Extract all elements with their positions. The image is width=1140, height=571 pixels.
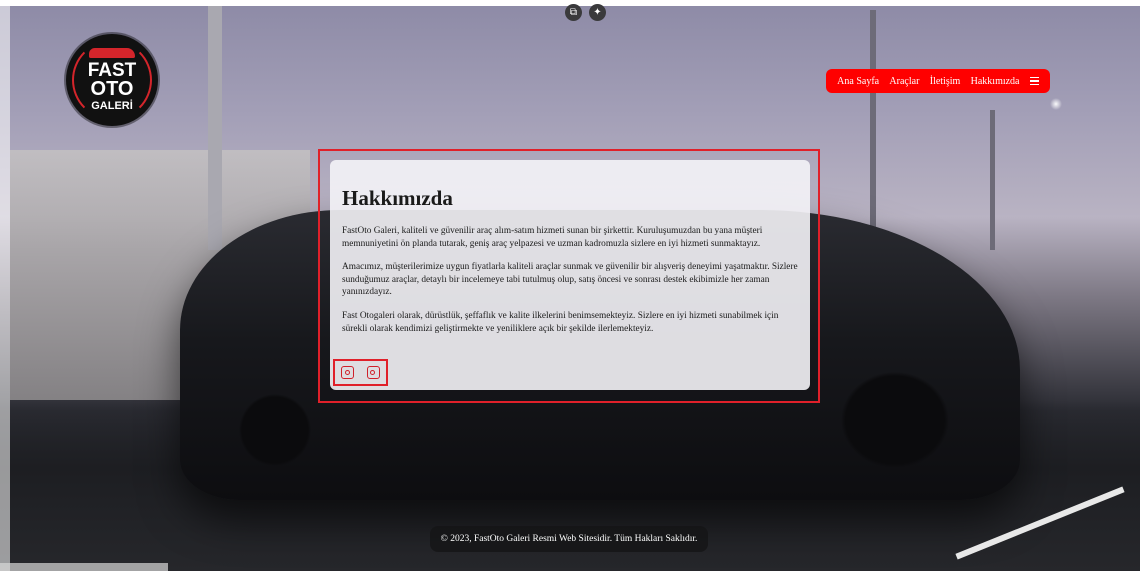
footer-copyright: © 2023, FastOto Galeri Resmi Web Sitesid… (430, 526, 708, 552)
logo-ring (72, 40, 152, 120)
instagram-icon[interactable] (366, 366, 380, 379)
background-lamp-pole (870, 10, 876, 240)
about-paragraph: FastOto Galeri, kaliteli ve güvenilir ar… (342, 226, 763, 249)
site-logo[interactable]: FAST OTO GALERİ (66, 34, 158, 126)
about-title: Hakkımızda (342, 186, 453, 210)
hamburger-icon[interactable] (1029, 76, 1039, 86)
social-links (333, 359, 388, 386)
copy-icon[interactable]: ⧉ (565, 4, 582, 21)
background-pole (208, 0, 222, 250)
nav-item-contact[interactable]: İletişim (930, 76, 961, 87)
about-paragraph: Fast Otogaleri olarak, dürüstlük, şeffaf… (342, 310, 779, 334)
nav-item-home[interactable]: Ana Sayfa (837, 76, 879, 87)
sparkle-icon[interactable]: ✦ (589, 4, 606, 21)
status-strip (0, 563, 168, 571)
nav-item-cars[interactable]: Araçlar (889, 76, 919, 87)
about-card: Hakkımızda FastOto Galeri, kaliteli ve g… (330, 160, 810, 390)
about-paragraph: Amacımız, müşterilerimize uygun fiyatlar… (342, 262, 798, 298)
main-nav: Ana Sayfa Araçlar İletişim Hakkımızda (826, 69, 1050, 93)
background-lamp-pole (990, 110, 995, 250)
nav-item-about[interactable]: Hakkımızda (971, 76, 1020, 87)
instagram-icon[interactable] (341, 366, 355, 379)
left-edge (0, 0, 10, 571)
